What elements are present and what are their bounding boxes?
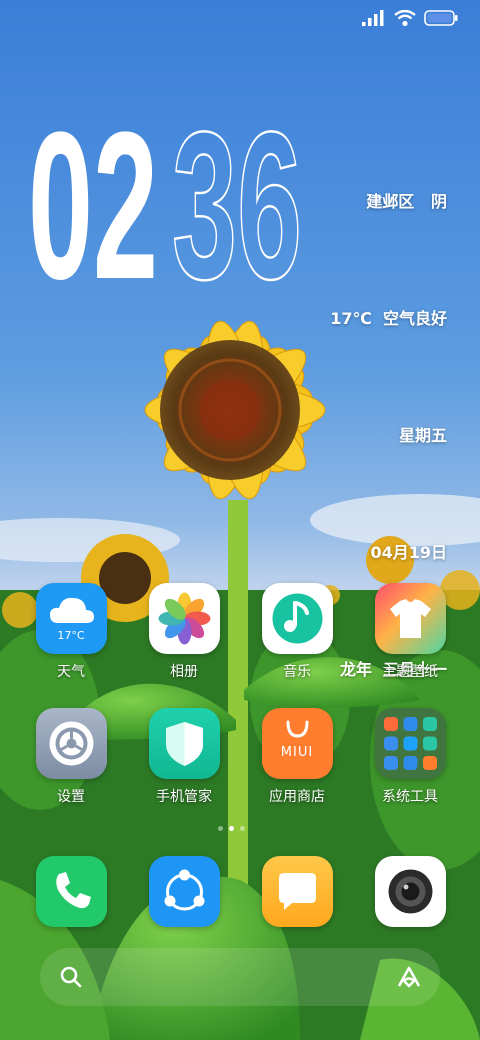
clock-widget[interactable]: 02 36: [28, 98, 328, 298]
share-icon: [164, 869, 204, 911]
app-settings[interactable]: 设置: [21, 708, 121, 806]
music-app-icon[interactable]: [261, 583, 333, 654]
dock-camera[interactable]: [360, 856, 460, 927]
app-label-tools: 系统工具: [382, 789, 438, 805]
app-label-weather: 天气: [57, 664, 85, 680]
message-icon: [278, 873, 316, 910]
location-line: 建邺区 阴: [330, 182, 447, 221]
app-label-gallery: 相册: [170, 664, 198, 680]
shield-icon: [165, 722, 203, 766]
search-bar[interactable]: [40, 948, 440, 1006]
app-music[interactable]: 音乐: [247, 583, 347, 681]
app-themes[interactable]: 主题壁纸: [360, 583, 460, 681]
folder-system-tools[interactable]: 系统工具: [360, 708, 460, 806]
app-gallery[interactable]: 相册: [134, 583, 234, 681]
location-text: 建邺区: [366, 192, 415, 211]
app-weather[interactable]: 17°C 天气: [21, 583, 121, 681]
dock-phone[interactable]: [21, 856, 121, 927]
phone-icon: [55, 872, 91, 909]
message-app-icon[interactable]: [261, 856, 333, 927]
photos-flower-icon: [158, 592, 210, 645]
app-label-security: 手机管家: [156, 789, 212, 805]
weekday-line: 星期五: [398, 426, 447, 445]
weather-app-temp: 17°C: [57, 629, 85, 642]
weather-text: 阴: [430, 192, 447, 211]
appstore-app-icon[interactable]: MIUI: [261, 708, 333, 779]
security-app-icon[interactable]: [148, 708, 220, 779]
themes-app-icon[interactable]: [374, 583, 446, 654]
date-line: 04月19日: [370, 543, 447, 562]
page-dot-1[interactable]: [218, 826, 223, 831]
wifi-icon: [394, 10, 416, 26]
share-app-icon[interactable]: [148, 856, 220, 927]
app-label-appstore: 应用商店: [269, 789, 325, 805]
clock-minutes: 36: [172, 98, 302, 298]
appstore-icon-text: MIUI: [280, 745, 314, 760]
signal-icon: [362, 10, 384, 26]
cloud-icon: [49, 597, 94, 623]
page-indicator[interactable]: [218, 826, 245, 831]
app-security[interactable]: 手机管家: [134, 708, 234, 806]
page-dot-3[interactable]: [240, 826, 245, 831]
dock-messages[interactable]: [247, 856, 347, 927]
music-note-icon: [272, 593, 322, 644]
app-label-music: 音乐: [283, 664, 311, 680]
search-icon[interactable]: [58, 964, 84, 990]
app-label-themes: 主题壁纸: [382, 664, 438, 680]
tshirt-icon: [389, 599, 431, 638]
phone-app-icon[interactable]: [35, 856, 107, 927]
shopping-bag-icon: [286, 720, 308, 738]
app-store[interactable]: MIUI 应用商店: [247, 708, 347, 806]
clock-hours: 02: [28, 98, 158, 298]
weather-app-icon[interactable]: 17°C: [35, 583, 107, 654]
camera-icon: [388, 869, 432, 914]
temp-air-line: 17℃ 空气良好: [330, 309, 447, 328]
dock-share[interactable]: [134, 856, 234, 927]
folder-icon[interactable]: [374, 708, 446, 779]
camera-app-icon[interactable]: [374, 856, 446, 927]
settings-app-icon[interactable]: [35, 708, 107, 779]
assistant-icon[interactable]: [395, 964, 423, 990]
app-label-settings: 设置: [57, 789, 85, 805]
status-bar: [362, 10, 458, 26]
gallery-app-icon[interactable]: [148, 583, 220, 654]
folder-mini-icons: [383, 717, 437, 770]
gear-icon: [49, 721, 93, 766]
page-dot-2[interactable]: [229, 826, 234, 831]
battery-icon: [424, 10, 458, 26]
